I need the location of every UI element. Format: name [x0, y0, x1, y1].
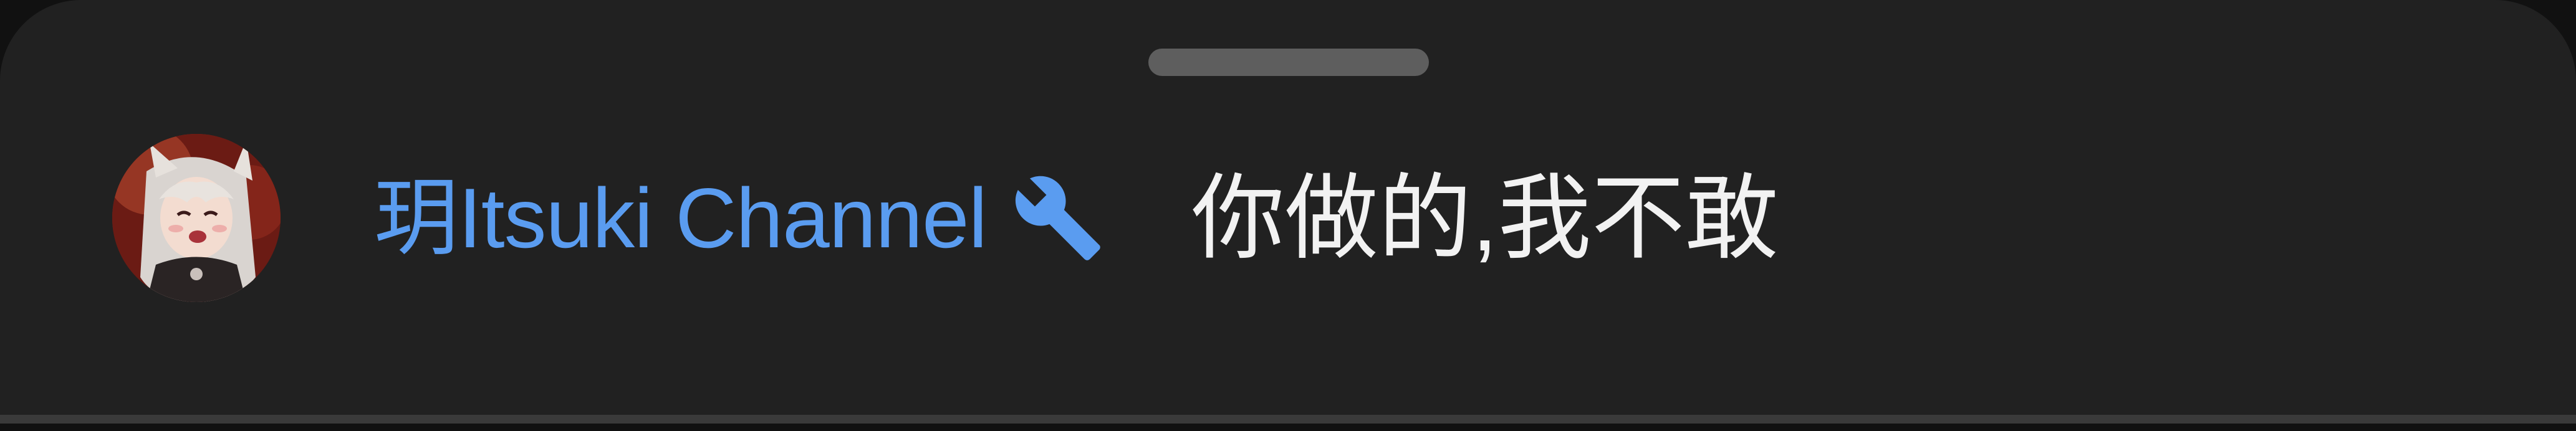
- divider: [0, 415, 2576, 424]
- avatar-image: [112, 134, 281, 302]
- comment-text: 你做的,我不敢: [1191, 166, 1779, 270]
- author-block: 玥Itsuki Channel: [374, 134, 1104, 302]
- comment-sheet: 玥Itsuki Channel 你做的,我不敢: [0, 0, 2576, 424]
- avatar[interactable]: [112, 134, 281, 302]
- wrench-icon: [1012, 172, 1104, 264]
- comment-item: 玥Itsuki Channel 你做的,我不敢: [112, 134, 1779, 302]
- drag-handle[interactable]: [1148, 49, 1429, 76]
- author-name[interactable]: 玥Itsuki Channel: [374, 176, 988, 260]
